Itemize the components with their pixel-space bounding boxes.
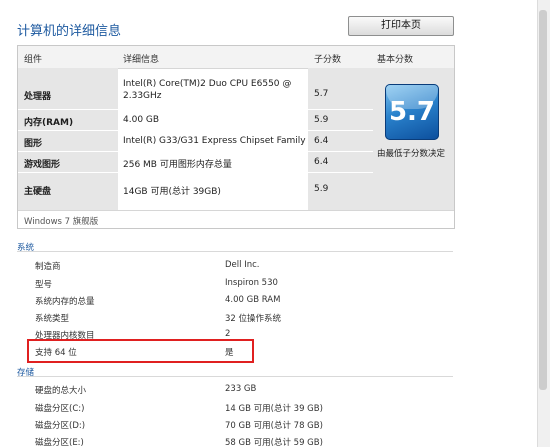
storage-key: 磁盘分区(E:) bbox=[35, 438, 84, 448]
component-details: Intel(R) Core(TM)2 Duo CPU E6550 @ bbox=[123, 79, 292, 89]
storage-value: 14 GB 可用(总计 39 GB) bbox=[225, 404, 323, 414]
storage-value: 233 GB bbox=[225, 384, 257, 394]
system-key: 型号 bbox=[35, 280, 53, 290]
component-details: Intel(R) G33/G31 Express Chipset Family bbox=[123, 136, 306, 146]
column-header-basescore: 基本分数 bbox=[377, 55, 414, 65]
component-name: 处理器 bbox=[24, 92, 52, 102]
subscore: 6.4 bbox=[314, 136, 329, 146]
windows-edition: Windows 7 旗舰版 bbox=[24, 217, 99, 227]
base-score-panel: 5.7 由最低子分数决定 bbox=[373, 68, 454, 210]
component-name: 图形 bbox=[24, 139, 43, 149]
base-score-note: 由最低子分数决定 bbox=[377, 149, 446, 159]
highlight-box bbox=[27, 339, 254, 363]
score-table: 组件 详细信息 子分数 基本分数 处理器 Intel(R) Core(TM)2 … bbox=[17, 45, 455, 229]
system-value: Dell Inc. bbox=[225, 260, 260, 270]
component-name: 主硬盘 bbox=[24, 187, 52, 197]
storage-key: 磁盘分区(D:) bbox=[35, 421, 86, 431]
column-header-component: 组件 bbox=[24, 55, 43, 65]
system-value: 4.00 GB RAM bbox=[225, 295, 281, 305]
component-details-line2: 2.33GHz bbox=[123, 91, 162, 101]
subscore: 5.7 bbox=[314, 89, 329, 99]
component-details: 256 MB 可用图形内存总量 bbox=[123, 160, 232, 170]
system-value: 32 位操作系统 bbox=[225, 314, 282, 324]
column-header-details: 详细信息 bbox=[123, 55, 160, 65]
component-details: 4.00 GB bbox=[123, 115, 160, 125]
scrollbar-thumb[interactable] bbox=[539, 10, 547, 390]
system-value: Inspiron 530 bbox=[225, 278, 278, 288]
storage-value: 58 GB 可用(总计 59 GB) bbox=[225, 438, 323, 448]
subscore: 5.9 bbox=[314, 115, 329, 125]
component-name: 内存(RAM) bbox=[24, 118, 74, 128]
subscore: 6.4 bbox=[314, 157, 329, 167]
subscore: 5.9 bbox=[314, 184, 329, 194]
storage-key: 磁盘分区(C:) bbox=[35, 404, 85, 414]
storage-value: 70 GB 可用(总计 78 GB) bbox=[225, 421, 323, 431]
windows-edition-row: Windows 7 旗舰版 bbox=[18, 210, 454, 229]
system-key: 系统内存的总量 bbox=[35, 297, 95, 307]
component-name: 游戏图形 bbox=[24, 160, 61, 170]
section-divider bbox=[17, 376, 453, 377]
section-divider bbox=[17, 251, 453, 252]
column-header-subscore: 子分数 bbox=[314, 55, 342, 65]
system-key: 制造商 bbox=[35, 262, 61, 272]
score-table-header: 组件 详细信息 子分数 基本分数 bbox=[18, 46, 454, 69]
component-details: 14GB 可用(总计 39GB) bbox=[123, 187, 221, 197]
print-page-button[interactable]: 打印本页 bbox=[348, 16, 454, 36]
storage-key: 硬盘的总大小 bbox=[35, 386, 87, 396]
system-value: 2 bbox=[225, 329, 231, 339]
system-key: 系统类型 bbox=[35, 314, 70, 324]
page-title: 计算机的详细信息 bbox=[17, 24, 122, 39]
